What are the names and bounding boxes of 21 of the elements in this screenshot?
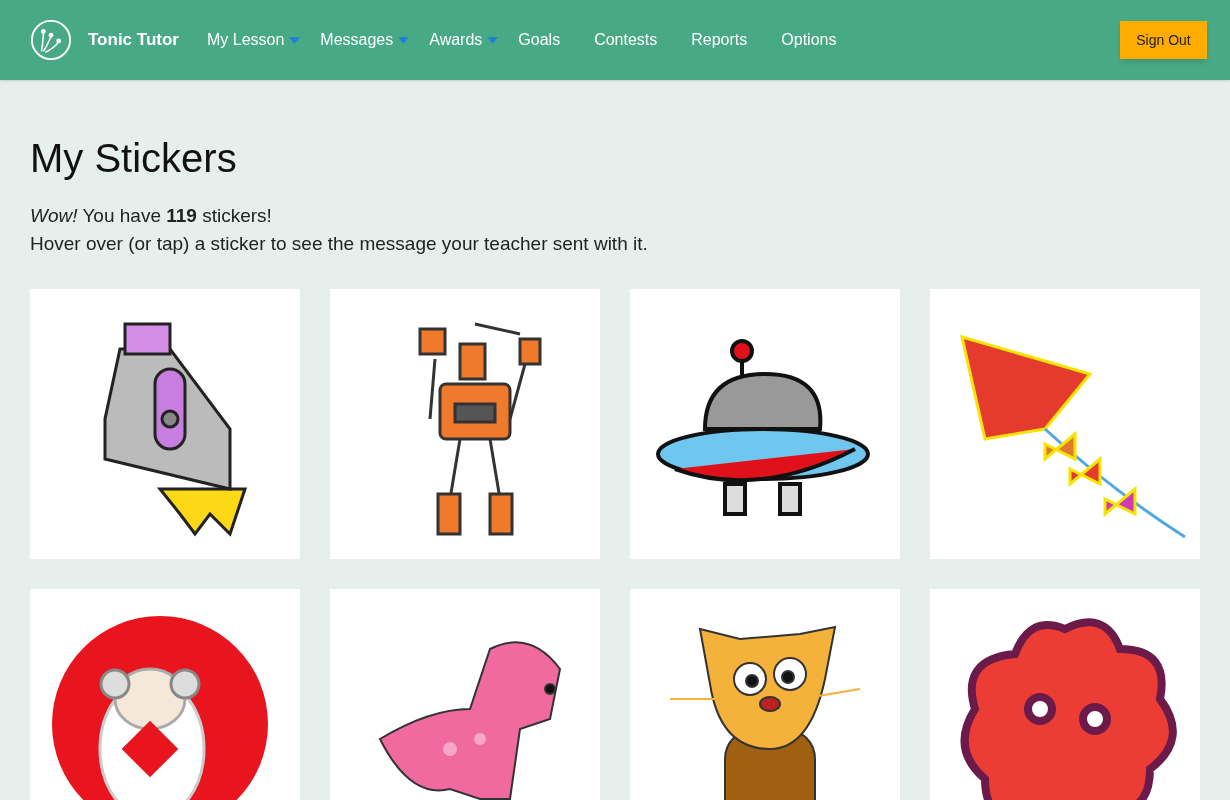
sticker-card[interactable]	[930, 589, 1200, 800]
caret-icon	[398, 36, 410, 44]
nav-link[interactable]: Reports	[691, 28, 748, 52]
nav-link[interactable]: Goals	[518, 28, 561, 52]
nav-link[interactable]: Messages	[320, 28, 396, 52]
sticker-card[interactable]	[630, 289, 900, 559]
hint-text: Hover over (or tap) a sticker to see the message your teacher sent with it.	[30, 232, 649, 256]
sprout-logo-icon	[30, 19, 72, 61]
nav-link[interactable]: Awards	[429, 28, 485, 52]
sticker-card[interactable]	[30, 289, 300, 559]
sticker-card[interactable]	[630, 589, 900, 800]
sticker-card[interactable]	[330, 289, 600, 559]
nav-link[interactable]: Options	[781, 28, 837, 52]
nav-link[interactable]: Contests	[594, 28, 658, 52]
caret-icon	[487, 36, 499, 44]
page-title: My Stickers	[30, 135, 238, 182]
sign-out-button[interactable]: Sign Out	[1120, 21, 1207, 59]
brand-name: Tonic Tutor	[88, 29, 179, 52]
nav-link[interactable]: My Lesson	[206, 28, 287, 52]
sticker-count-text: Wow! You have 119 stickers!	[30, 204, 273, 228]
caret-icon	[289, 36, 301, 44]
